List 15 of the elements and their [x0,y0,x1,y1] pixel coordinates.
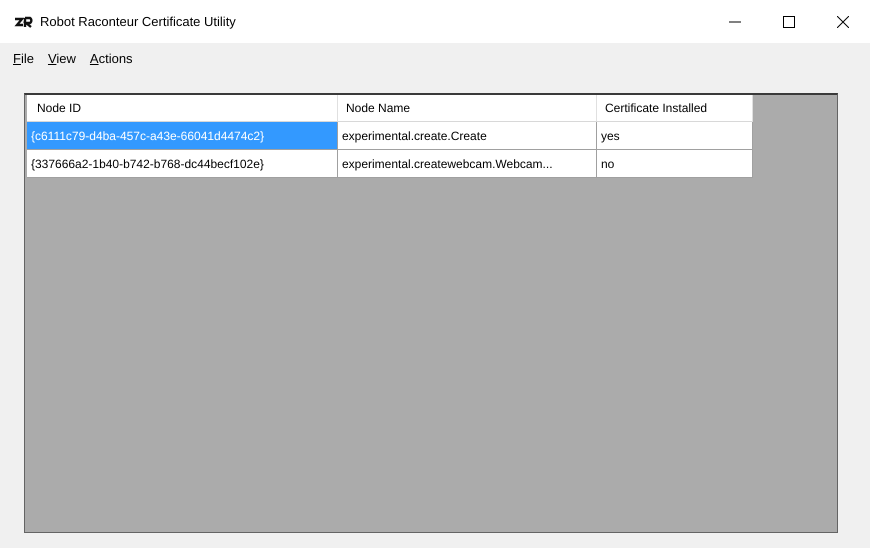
table-cell[interactable]: yes [597,122,753,150]
menu-item[interactable]: File [6,49,41,68]
table-cell[interactable]: no [597,150,753,178]
window-title: Robot Raconteur Certificate Utility [40,14,237,29]
table-cell[interactable]: experimental.create.Create [338,122,597,150]
menu-item[interactable]: Actions [82,49,140,68]
app-logo-icon [14,16,34,28]
table-cell[interactable]: {337666a2-1b40-b742-b768-dc44becf102e} [27,150,338,178]
column-header[interactable]: Node Name [338,95,597,122]
menu-item[interactable]: View [40,49,83,68]
maximize-icon [783,16,795,28]
table-cell[interactable]: experimental.createwebcam.Webcam... [338,150,597,178]
column-header[interactable]: Node ID [27,95,338,122]
close-icon [837,16,849,28]
column-header[interactable]: Certificate Installed [597,95,753,122]
